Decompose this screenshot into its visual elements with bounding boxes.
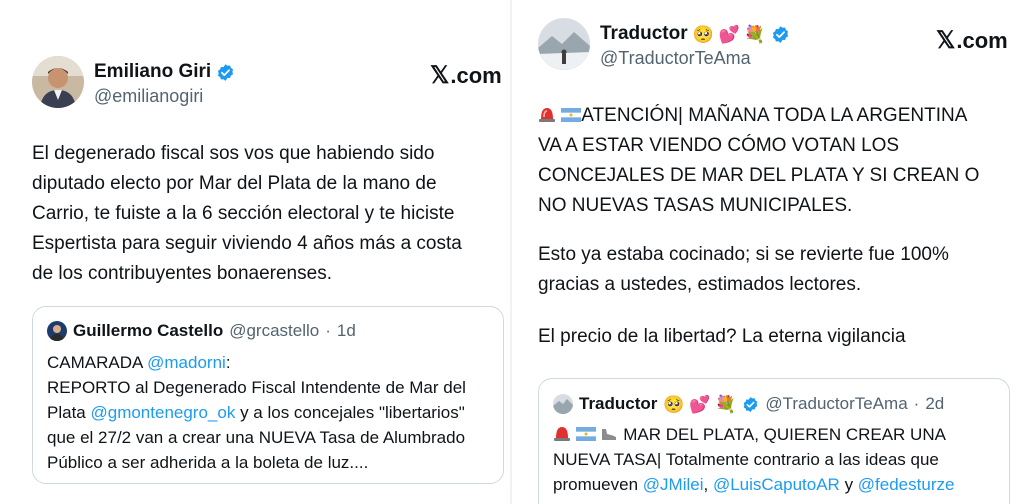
quoted-author-name[interactable]: Traductor bbox=[579, 394, 657, 414]
quoted-author-handle[interactable]: @TraductorTeAma bbox=[765, 394, 907, 414]
x-brand-logo[interactable]: 𝕏 .com bbox=[430, 61, 502, 90]
x-brand-suffix: .com bbox=[956, 27, 1008, 53]
quoted-text-fragment: y bbox=[839, 475, 858, 494]
quoted-line: Plata @gmontenegro_ok y a los concejales… bbox=[47, 400, 466, 425]
tweet-body-line: CONCEJALES DE MAR DEL PLATA Y SI CREAN O bbox=[538, 165, 980, 186]
author-name[interactable]: Emiliano Giri bbox=[94, 61, 211, 83]
quoted-tweet-text: MAR DEL PLATA, QUIEREN CREAR UNA NUEVA T… bbox=[553, 422, 954, 497]
left-tweet-card: Emiliano Giri @emilianogiri 𝕏 .com El deg… bbox=[0, 0, 510, 504]
author-handle[interactable]: @TraductorTeAma bbox=[600, 48, 751, 69]
mention-link[interactable]: @madorni bbox=[147, 353, 226, 372]
quoted-text-fragment: CAMARADA bbox=[47, 353, 148, 372]
tweet-body: El degenerado fiscal sos vos que habiend… bbox=[32, 139, 462, 289]
traductor-avatar[interactable] bbox=[538, 18, 590, 70]
traductor-quote-avatar[interactable] bbox=[553, 394, 573, 414]
meta-separator: · bbox=[325, 321, 331, 340]
alert-line: ATENCIÓN| MAÑANA TODA LA ARGENTINA bbox=[581, 105, 968, 126]
quoted-line: REPORTO al Degenerado Fiscal Intendente … bbox=[47, 378, 466, 397]
author-name[interactable]: Traductor bbox=[600, 23, 688, 45]
tweet-body-line: El precio de la libertad? La eterna vigi… bbox=[538, 326, 906, 347]
tweet-body-line: Esto ya estaba cocinado; si se revierte … bbox=[538, 244, 949, 265]
author-name-row: Traductor 🥺 💕 💐 bbox=[600, 23, 790, 45]
quoted-line: NUEVA TASA| Totalmente contrario a las i… bbox=[553, 450, 939, 469]
right-tweet-card: Traductor 🥺 💕 💐 @TraductorTeAma 𝕏 .com AT… bbox=[512, 0, 1024, 504]
guillermo-castello-avatar[interactable] bbox=[47, 321, 67, 341]
argentina-flag-icon bbox=[575, 427, 596, 441]
author-handle[interactable]: @emilianogiri bbox=[94, 86, 203, 107]
quoted-author-handle[interactable]: @grcastello bbox=[229, 321, 319, 341]
tweet-body-line: gracias a ustedes, estimados lectores. bbox=[538, 274, 862, 295]
argentina-flag-icon bbox=[561, 108, 582, 122]
quoted-tweet-text: CAMARADA @madorni: REPORTO al Degenerado… bbox=[47, 350, 466, 475]
mention-link[interactable]: @LuisCaputoAR bbox=[713, 475, 840, 494]
x-logo-icon: 𝕏 bbox=[936, 27, 956, 54]
mention-link[interactable]: @gmontenegro_ok bbox=[90, 403, 235, 422]
tweet-body-line: NO NUEVAS TASAS MUNICIPALES. bbox=[538, 195, 853, 216]
quoted-text-fragment: , bbox=[703, 475, 713, 494]
quoted-author-name[interactable]: Guillermo Castello bbox=[73, 321, 223, 341]
tweet-body: ATENCIÓN| MAÑANA TODA LA ARGENTINA VA A … bbox=[538, 101, 979, 221]
meta-separator: · bbox=[913, 394, 920, 413]
x-brand-suffix: .com bbox=[450, 62, 502, 88]
quoted-text-fragment: y a los concejales "libertarios" bbox=[235, 403, 465, 422]
quoted-timestamp[interactable]: 2d bbox=[925, 394, 944, 414]
tweet-paragraph: Esto ya estaba cocinado; si se revierte … bbox=[538, 240, 949, 300]
tweet-body-line: diputado electo por Mar del Plata de la … bbox=[32, 173, 437, 194]
x-brand-logo[interactable]: 𝕏 .com bbox=[936, 26, 1008, 55]
quoted-line: Público a ser adherida a la boleta de lu… bbox=[47, 453, 369, 472]
tweet-body-line: Carrio, te fuiste a la 6 sección elector… bbox=[32, 203, 455, 224]
author-emoji-decoration: 🥺 💕 💐 bbox=[692, 24, 766, 44]
quoted-line: que el 27/2 van a crear una NUEVA Tasa d… bbox=[47, 428, 466, 447]
tweet-body-line: El degenerado fiscal sos vos que habiend… bbox=[32, 143, 435, 164]
x-logo-icon: 𝕏 bbox=[430, 62, 450, 89]
tweet-paragraph: El precio de la libertad? La eterna vigi… bbox=[538, 322, 906, 352]
siren-emoji-icon bbox=[539, 108, 555, 122]
author-name-row: Emiliano Giri bbox=[94, 61, 235, 83]
quoted-line: MAR DEL PLATA, QUIEREN CREAR UNA bbox=[553, 422, 954, 447]
tweet-body-line: VA A ESTAR VIENDO CÓMO VOTAN LOS bbox=[538, 135, 900, 156]
quoted-timestamp[interactable]: 1d bbox=[337, 321, 356, 341]
quoted-text-fragment: : bbox=[225, 353, 231, 372]
quoted-tweet[interactable]: Traductor 🥺 💕 💐 @TraductorTeAma · 2d MAR… bbox=[538, 378, 1010, 504]
verified-badge-icon bbox=[772, 25, 788, 43]
quoted-text-fragment: promueven bbox=[553, 475, 643, 494]
author-emoji-decoration: 🥺 💕 💐 bbox=[663, 394, 737, 414]
quoted-line: promueven @JMilei, @LuisCaputoAR y @fede… bbox=[553, 472, 954, 497]
shoe-emoji-icon bbox=[602, 429, 617, 440]
siren-emoji-icon bbox=[554, 427, 570, 441]
mention-link[interactable]: @fedesturze bbox=[858, 475, 955, 494]
tweet-body-line: ATENCIÓN| MAÑANA TODA LA ARGENTINA bbox=[538, 101, 979, 131]
quoted-line: CAMARADA @madorni: bbox=[47, 350, 466, 375]
tweet-body-line: Espertista para seguir viviendo 4 años m… bbox=[32, 233, 462, 254]
tweet-body-line: de los contribuyentes bonaerenses. bbox=[32, 263, 332, 284]
quoted-tweet[interactable]: Guillermo Castello @grcastello · 1d CAMA… bbox=[32, 306, 504, 484]
verified-badge-icon bbox=[744, 396, 758, 412]
verified-badge-icon bbox=[218, 63, 234, 81]
mention-link[interactable]: @JMilei bbox=[643, 475, 704, 494]
emiliano-giri-avatar[interactable] bbox=[32, 56, 84, 108]
quoted-tweet-header: Guillermo Castello @grcastello · 1d bbox=[47, 321, 356, 341]
quoted-tweet-header: Traductor 🥺 💕 💐 @TraductorTeAma · 2d bbox=[553, 394, 944, 414]
quoted-text-fragment: Plata bbox=[47, 403, 91, 422]
quoted-text-fragment: MAR DEL PLATA, QUIEREN CREAR UNA bbox=[623, 425, 946, 444]
